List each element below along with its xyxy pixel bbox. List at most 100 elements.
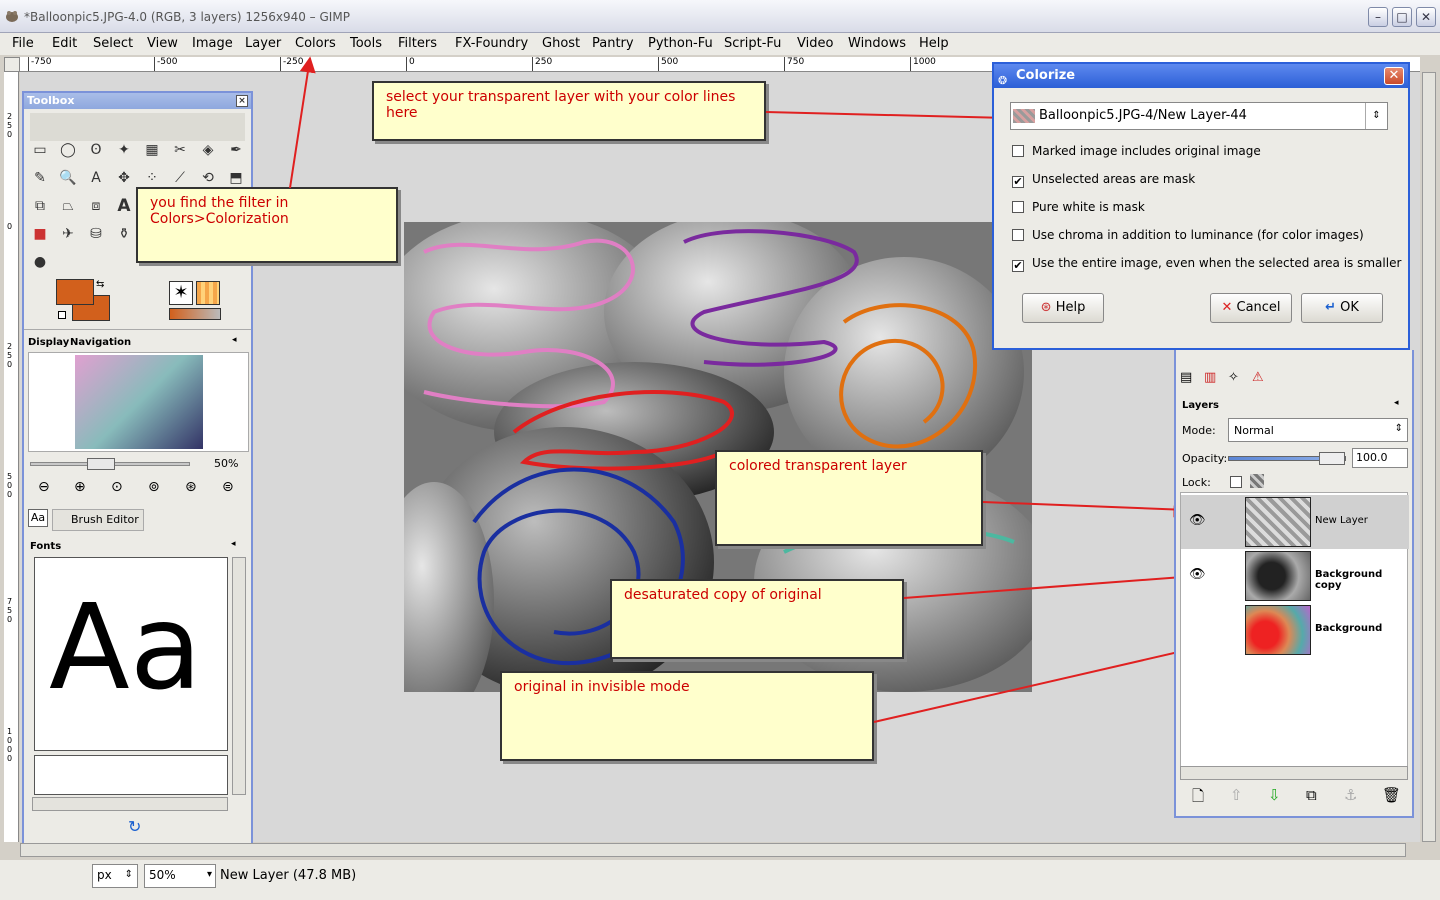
minimize-button[interactable]: – bbox=[1368, 7, 1388, 27]
menu-file[interactable]: File bbox=[12, 36, 34, 51]
menu-edit[interactable]: Edit bbox=[52, 36, 77, 51]
zoom-fill-icon[interactable]: ⊛ bbox=[185, 479, 197, 495]
menu-colors[interactable]: Colors bbox=[295, 36, 336, 51]
ruler-corner[interactable] bbox=[4, 57, 20, 72]
menu-fx-foundry[interactable]: FX-Foundry bbox=[455, 36, 528, 51]
color-picker-tool-icon[interactable]: ✎ bbox=[29, 167, 51, 189]
option-marked-includes-original[interactable]: Marked image includes original image bbox=[1012, 144, 1261, 158]
menu-python-fu[interactable]: Python-Fu bbox=[648, 36, 713, 51]
checkbox-pure-white-mask[interactable] bbox=[1012, 201, 1024, 213]
swap-colors-icon[interactable]: ⇆ bbox=[96, 279, 104, 290]
pattern-preview[interactable] bbox=[196, 281, 220, 305]
menu-help[interactable]: Help bbox=[919, 36, 949, 51]
opacity-slider-handle[interactable] bbox=[1319, 452, 1345, 465]
move-tool-icon[interactable]: ✥ bbox=[113, 167, 135, 189]
text-tool-icon[interactable]: A bbox=[113, 195, 135, 217]
navigation-zoom-slider-handle[interactable] bbox=[87, 458, 115, 470]
option-use-chroma[interactable]: Use chroma in addition to luminance (for… bbox=[1012, 228, 1364, 242]
menu-select[interactable]: Select bbox=[93, 36, 133, 51]
eye-icon[interactable]: 👁 bbox=[1189, 513, 1206, 528]
layer-select-combo[interactable]: Balloonpic5.JPG-4/New Layer-44 ⇕ bbox=[1010, 102, 1388, 130]
tab-warning-icon[interactable]: ⚠ bbox=[1252, 370, 1264, 385]
unit-select[interactable]: px ⇕ bbox=[92, 864, 138, 888]
zoom-tool-icon[interactable]: 🔍 bbox=[57, 167, 79, 189]
font-preview-box[interactable]: Aa bbox=[34, 557, 228, 751]
zoom-out-icon[interactable]: ⊖ bbox=[38, 479, 50, 495]
rotate-tool-icon[interactable]: ⟲ bbox=[197, 167, 219, 189]
menu-ghost[interactable]: Ghost bbox=[542, 36, 580, 51]
menu-script-fu[interactable]: Script-Fu bbox=[724, 36, 781, 51]
rect-select-tool-icon[interactable]: ▭ bbox=[29, 139, 51, 161]
zoom-1-1-icon[interactable]: ⊙ bbox=[111, 479, 123, 495]
option-unselected-areas-mask[interactable]: ✔ Unselected areas are mask bbox=[1012, 172, 1195, 188]
checkbox-entire-image[interactable]: ✔ bbox=[1012, 260, 1024, 272]
checkbox-unselected-areas-mask[interactable]: ✔ bbox=[1012, 176, 1024, 188]
tab-display[interactable]: Display bbox=[28, 337, 69, 348]
color-select-tool-icon[interactable]: ▦ bbox=[141, 139, 163, 161]
crop-tool-icon[interactable]: ⟋ bbox=[169, 167, 191, 189]
checkbox-use-chroma[interactable] bbox=[1012, 229, 1024, 241]
zoom-in-icon[interactable]: ⊕ bbox=[74, 479, 86, 495]
anchor-layer-icon[interactable]: ⚓ bbox=[1344, 786, 1357, 804]
fonts-scrollbar[interactable] bbox=[232, 557, 246, 795]
menu-tools[interactable]: Tools bbox=[350, 36, 382, 51]
chevron-updown-icon[interactable]: ⇕ bbox=[1365, 103, 1387, 129]
colorize-close-icon[interactable]: ✕ bbox=[1384, 67, 1404, 85]
brush-preview-icon[interactable]: ✶ bbox=[169, 281, 193, 305]
opacity-spinbox[interactable]: 100.0 bbox=[1352, 448, 1408, 468]
clone-tool-icon[interactable]: ⚱ bbox=[113, 223, 135, 245]
tab-channels-icon[interactable]: ▥ bbox=[1204, 370, 1216, 385]
option-pure-white-mask[interactable]: Pure white is mask bbox=[1012, 200, 1145, 214]
tab-paths-icon[interactable]: ✧ bbox=[1228, 370, 1239, 385]
smudge-tool-icon[interactable]: ● bbox=[29, 251, 51, 273]
menu-view[interactable]: View bbox=[147, 36, 178, 51]
foreground-color-swatch[interactable] bbox=[56, 279, 94, 305]
scale-tool-icon[interactable]: ⬒ bbox=[225, 167, 247, 189]
lock-alpha-icon[interactable] bbox=[1250, 474, 1264, 488]
refresh-fonts-icon[interactable]: ↻ bbox=[128, 817, 141, 836]
canvas-vscrollbar[interactable] bbox=[1422, 72, 1436, 842]
help-button[interactable]: ⊛ Help bbox=[1022, 293, 1104, 323]
align-tool-icon[interactable]: ⁘ bbox=[141, 167, 163, 189]
menu-layer[interactable]: Layer bbox=[245, 36, 281, 51]
eraser-tool-icon[interactable]: ■ bbox=[29, 223, 51, 245]
toolbox-close-icon[interactable]: × bbox=[236, 95, 248, 107]
paths-tool-icon[interactable]: ✒ bbox=[225, 139, 247, 161]
layers-hscrollbar[interactable] bbox=[1180, 766, 1408, 780]
duplicate-layer-icon[interactable]: ⧉ bbox=[1306, 786, 1317, 804]
scissors-tool-icon[interactable]: ✂ bbox=[169, 139, 191, 161]
maximize-button[interactable]: □ bbox=[1392, 7, 1412, 27]
font-list-area[interactable] bbox=[34, 755, 228, 795]
tab-navigation[interactable]: Navigation bbox=[70, 337, 131, 348]
menu-filters[interactable]: Filters bbox=[398, 36, 437, 51]
fonts-hscrollbar[interactable] bbox=[32, 797, 228, 811]
foreground-select-tool-icon[interactable]: ◈ bbox=[197, 139, 219, 161]
cancel-button[interactable]: ✕ Cancel bbox=[1210, 293, 1292, 323]
free-select-tool-icon[interactable]: ʘ bbox=[85, 139, 107, 161]
zoom-fit-icon[interactable]: ⊚ bbox=[148, 479, 160, 495]
lower-layer-icon[interactable]: ⇩ bbox=[1268, 786, 1281, 804]
navigation-menu-icon[interactable]: ◂ bbox=[232, 335, 237, 345]
menu-image[interactable]: Image bbox=[192, 36, 233, 51]
option-entire-image[interactable]: ✔ Use the entire image, even when the sel… bbox=[1012, 256, 1401, 272]
shear-tool-icon[interactable]: ⧉ bbox=[29, 195, 51, 217]
eye-icon[interactable]: 👁 bbox=[1189, 567, 1206, 582]
tab-layers-icon[interactable]: ▤ bbox=[1180, 370, 1192, 385]
tab-fonts-icon[interactable]: Aa bbox=[28, 509, 48, 527]
menu-video[interactable]: Video bbox=[797, 36, 833, 51]
tab-brush-editor[interactable]: Brush Editor bbox=[52, 509, 144, 531]
layer-row-background[interactable]: Background bbox=[1181, 603, 1409, 657]
close-button[interactable]: ✕ bbox=[1416, 7, 1436, 27]
fonts-menu-icon[interactable]: ◂ bbox=[231, 539, 236, 549]
perspective-tool-icon[interactable]: ⏢ bbox=[57, 195, 79, 217]
ink-tool-icon[interactable]: ⛁ bbox=[85, 223, 107, 245]
zoom-select[interactable]: 50% ▾ bbox=[144, 864, 216, 888]
opacity-slider[interactable] bbox=[1228, 452, 1346, 465]
mode-select[interactable]: Normal ⇕ bbox=[1228, 418, 1408, 442]
airbrush-tool-icon[interactable]: ✈ bbox=[57, 223, 79, 245]
gradient-preview[interactable] bbox=[169, 308, 221, 320]
ellipse-select-tool-icon[interactable]: ◯ bbox=[57, 139, 79, 161]
shrink-wrap-icon[interactable]: ⊜ bbox=[222, 479, 234, 495]
measure-tool-icon[interactable]: A bbox=[85, 167, 107, 189]
checkbox-marked-includes-original[interactable] bbox=[1012, 145, 1024, 157]
